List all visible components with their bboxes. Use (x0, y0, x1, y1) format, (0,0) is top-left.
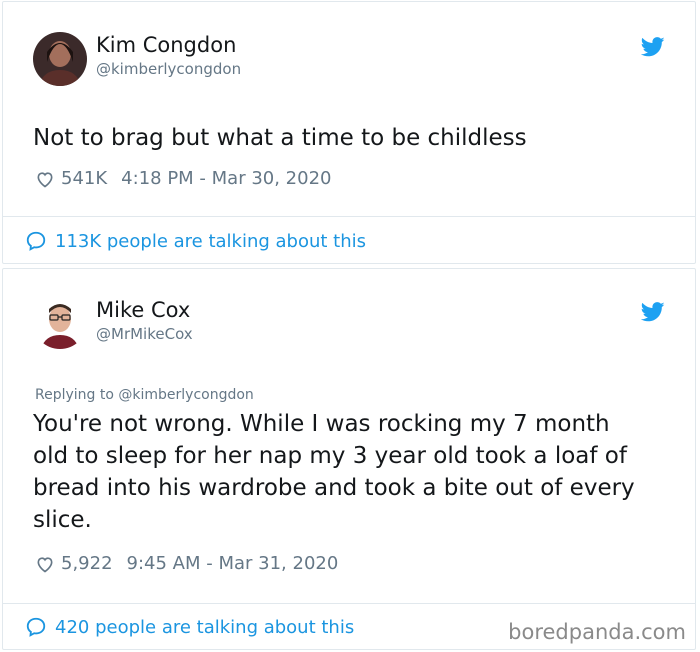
tweet-text-line: slice. (33, 507, 92, 533)
speech-bubble-icon (26, 617, 46, 637)
tweet-text-line: bread into his wardrobe and took a bite … (33, 475, 635, 501)
talking-link[interactable]: 113K people are talking about this (25, 230, 366, 252)
timestamp[interactable]: 9:45 AM - Mar 31, 2020 (127, 553, 339, 574)
tweet-text-line: You're not wrong. While I was rocking my… (33, 411, 610, 437)
like-count[interactable]: 5,922 (61, 553, 113, 574)
talking-label[interactable]: 420 people are talking about this (55, 617, 354, 638)
tweet-card: Mike Cox @MrMikeCox Replying to @kimberl… (2, 268, 696, 650)
author-name[interactable]: Mike Cox (96, 298, 190, 322)
speech-bubble-icon (26, 231, 46, 251)
author-name[interactable]: Kim Congdon (96, 33, 236, 57)
avatar[interactable] (33, 32, 87, 86)
author-handle[interactable]: @kimberlycongdon (96, 60, 241, 78)
like-count[interactable]: 541K (61, 168, 107, 189)
heart-icon[interactable] (35, 554, 55, 574)
timestamp[interactable]: 4:18 PM - Mar 30, 2020 (121, 168, 331, 189)
watermark: boredpanda.com (508, 620, 686, 644)
tweet-text-line: old to sleep for her nap my 3 year old t… (33, 443, 627, 469)
tweet-meta: 541K 4:18 PM - Mar 30, 2020 (35, 168, 331, 189)
tweet-meta: 5,922 9:45 AM - Mar 31, 2020 (35, 553, 338, 574)
talking-label[interactable]: 113K people are talking about this (55, 231, 366, 252)
heart-icon[interactable] (35, 169, 55, 189)
replying-to[interactable]: Replying to @kimberlycongdon (35, 387, 254, 403)
tweet-card: Kim Congdon @kimberlycongdon Not to brag… (2, 1, 696, 264)
author-handle[interactable]: @MrMikeCox (96, 325, 193, 343)
tweet-text: Not to brag but what a time to be childl… (33, 125, 527, 151)
twitter-bird-icon[interactable] (641, 37, 665, 57)
divider (3, 216, 695, 217)
twitter-bird-icon[interactable] (641, 302, 665, 322)
talking-link[interactable]: 420 people are talking about this (25, 616, 354, 638)
avatar[interactable] (33, 295, 87, 349)
tweet-text: You're not wrong. While I was rocking my… (33, 408, 635, 536)
divider (3, 603, 695, 604)
